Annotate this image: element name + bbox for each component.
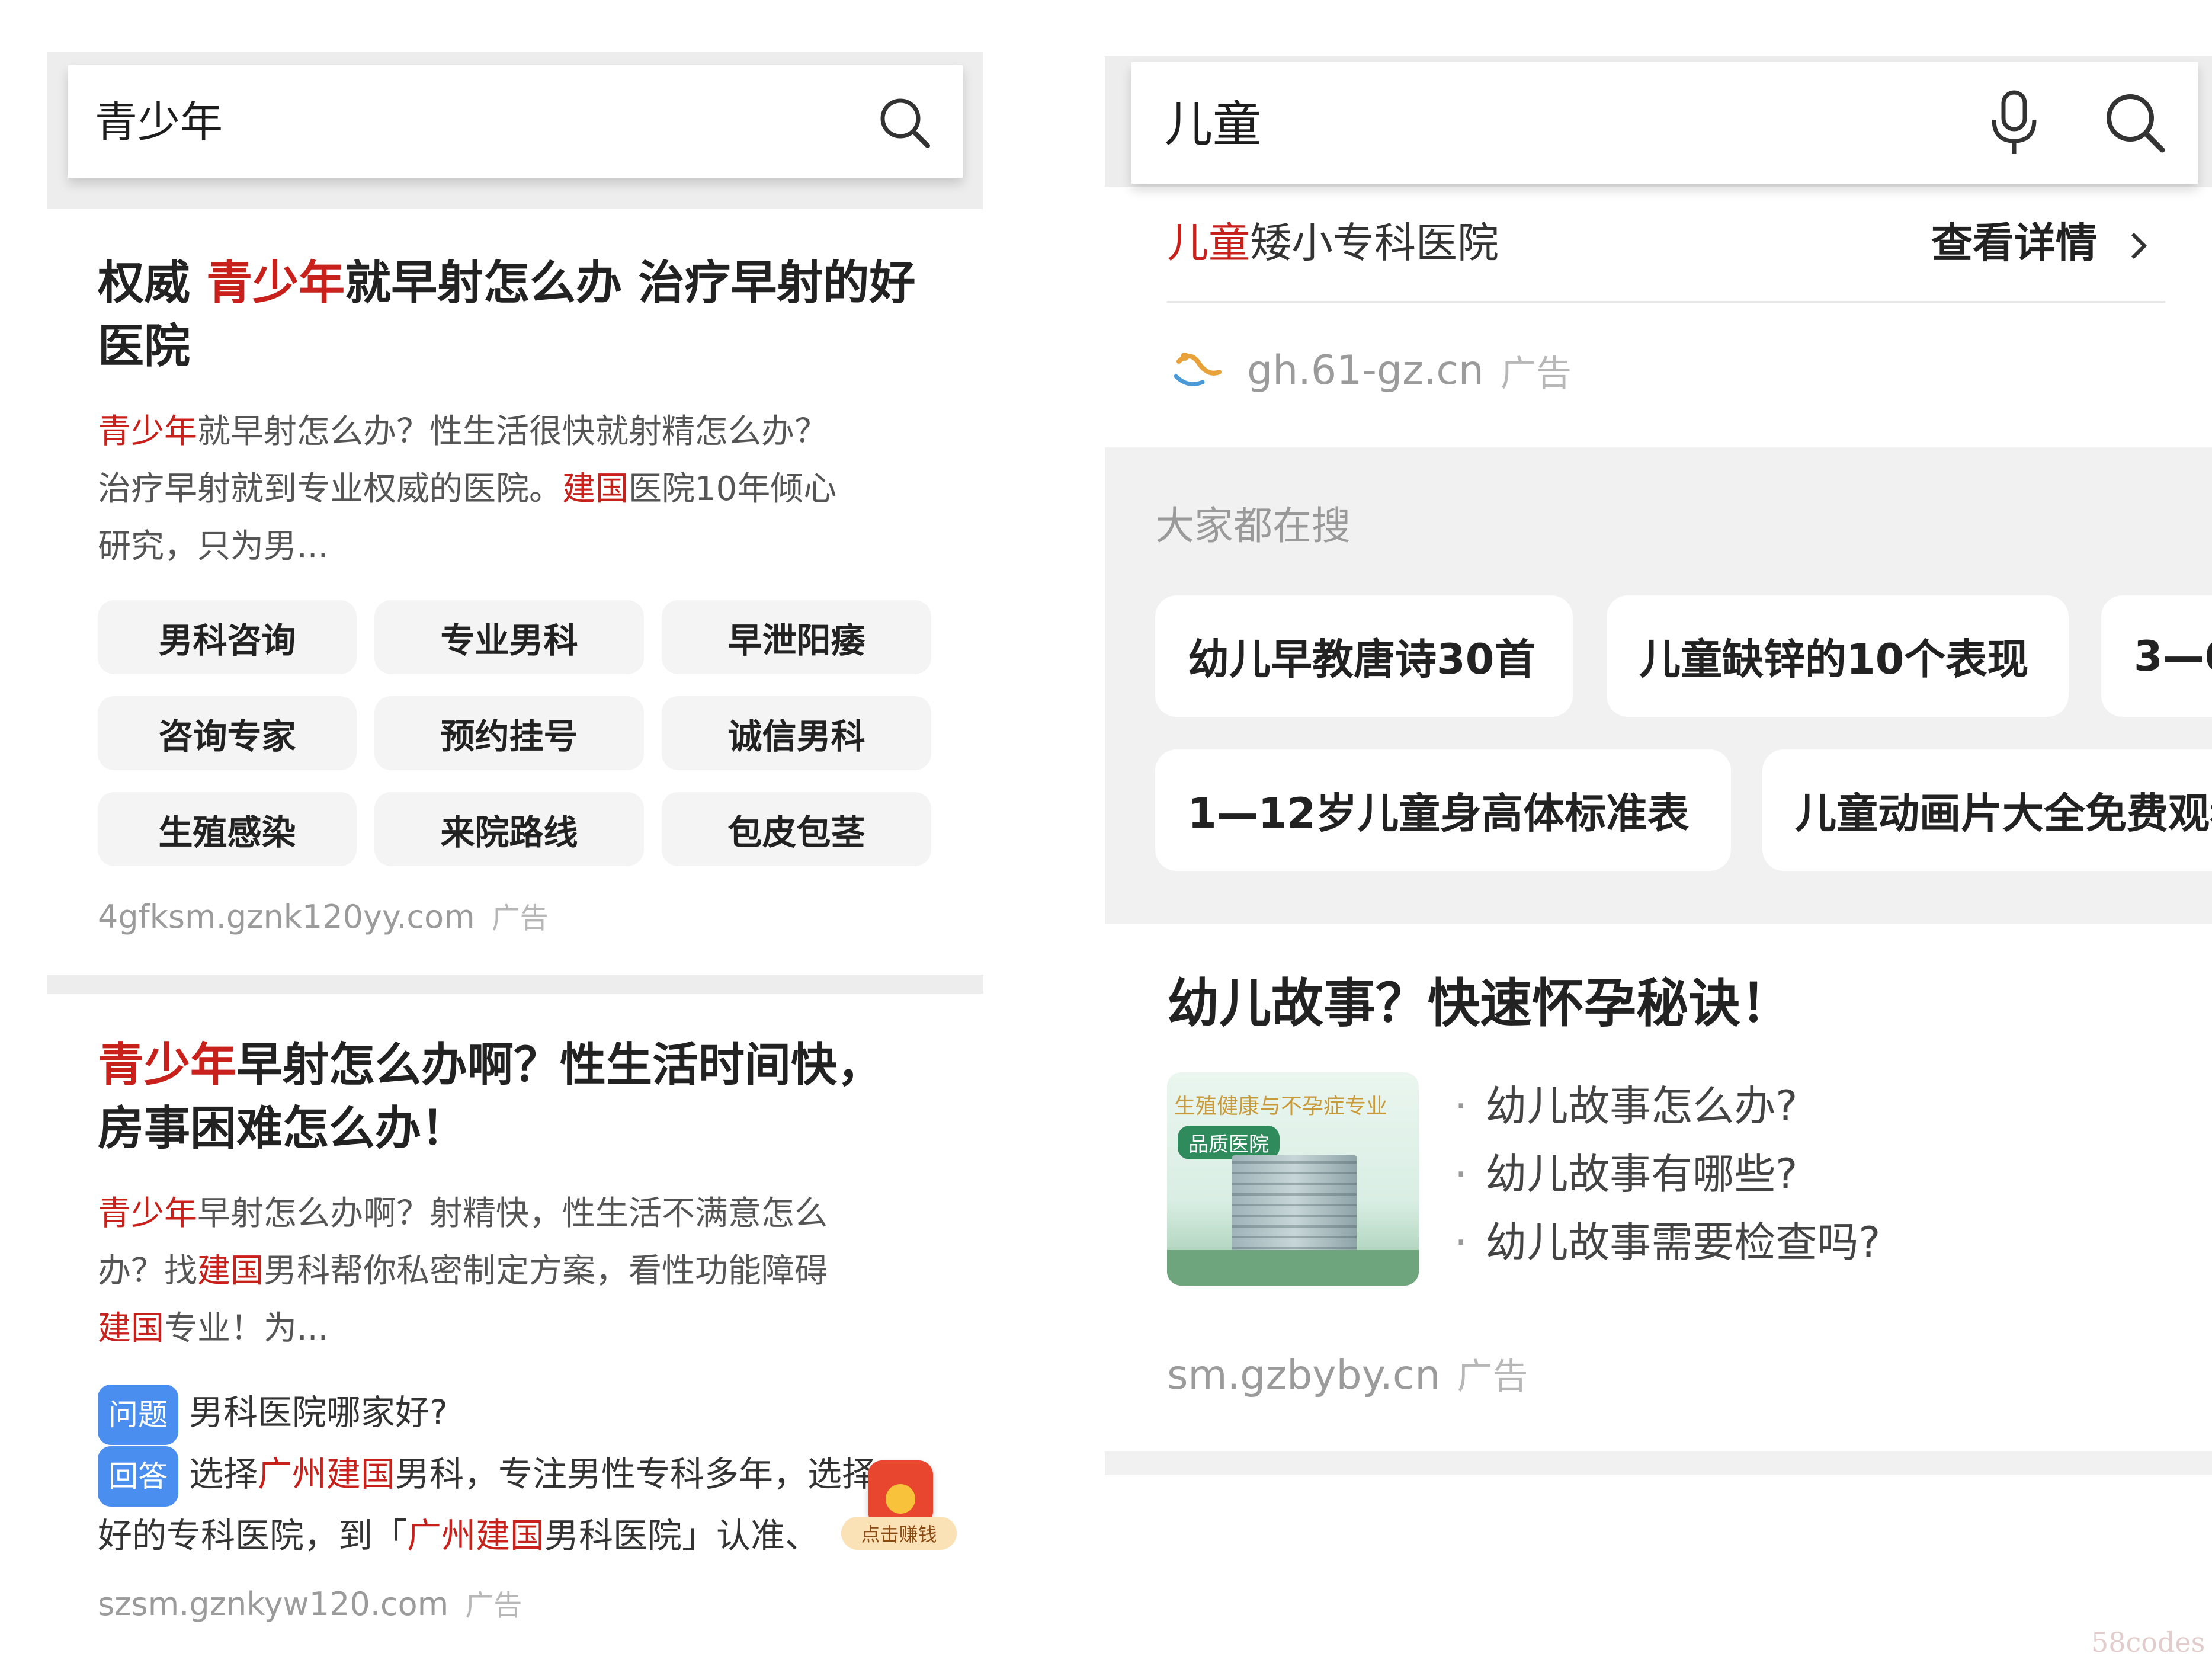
left-ad2-source[interactable]: szsm.gznkyw120.com 广告 <box>98 1582 522 1623</box>
left-ad2-qa: 问题 男科医院哪家好? 回答 选择广州建国男科，专注男性专科多年，选择 好的专科医院… <box>98 1383 951 1561</box>
microphone-icon[interactable] <box>1985 89 2044 160</box>
right-ad1-source[interactable]: gh.61-gz.cn 广告 <box>1167 344 1572 397</box>
question-badge: 问题 <box>98 1384 178 1445</box>
tag-4[interactable]: 预约挂号 <box>374 696 644 770</box>
right-ad2-title[interactable]: 幼儿故事？快速怀孕秘诀！ <box>1167 978 1793 1030</box>
left-ad1-description: 青少年就早射怎么办？性生活很快就射精怎么办？ 治疗早射就到专业权威的医院。建国医… <box>98 403 951 575</box>
brand-logo-icon <box>1174 353 1222 386</box>
view-details-label: 查看详情 <box>1931 219 2097 267</box>
left-search-input[interactable]: 青少年 <box>95 101 223 143</box>
right-search-input[interactable]: 儿童 <box>1164 101 1261 149</box>
right-ad2-bullets: · 幼儿故事怎么办? · 幼儿故事有哪些? · 幼儿故事需要检查吗? <box>1454 1072 1880 1277</box>
desc-line1: 就早射怎么办？性生活很快就射精怎么办？ <box>197 412 828 451</box>
watermark: 58codes <box>2091 1626 2205 1658</box>
desc-highlight3: 建国 <box>98 1309 164 1348</box>
answer-text-2b: 男科医院」认准、 <box>544 1515 820 1556</box>
answer-text-2a: 好的专科医院，到「 <box>98 1515 408 1556</box>
earn-money-label: 点击赚钱 <box>841 1517 957 1550</box>
ad-label: 广告 <box>491 902 549 935</box>
bullet-item[interactable]: · 幼儿故事怎么办? <box>1454 1072 1880 1140</box>
desc-highlight: 青少年 <box>98 1194 197 1233</box>
title-line2: 医院 <box>98 320 191 373</box>
tag-8[interactable]: 包皮包茎 <box>662 792 931 866</box>
bullet-text: 幼儿故事怎么办? <box>1485 1082 1798 1130</box>
desc-highlight2: 建国 <box>562 470 629 508</box>
search-icon[interactable] <box>877 95 934 152</box>
trending-pill[interactable]: 1—12岁儿童身高体标准表 <box>1155 749 1731 871</box>
trending-pill[interactable]: 儿童动画片大全免费观看 <box>1762 749 2212 871</box>
domain: szsm.gznkyw120.com <box>98 1585 449 1623</box>
title-rest: 矮小专科医院 <box>1250 219 1499 267</box>
bullet-text: 幼儿故事需要检查吗? <box>1485 1218 1881 1267</box>
red-envelope-icon <box>868 1460 933 1526</box>
domain: 4gfksm.gznk120yy.com <box>98 898 475 935</box>
left-search-box[interactable]: 青少年 <box>68 65 963 178</box>
answer-text-b: 男科，专注男性专科多年，选择 <box>395 1453 877 1494</box>
desc-line2a: 治疗早射就到专业权威的医院。 <box>98 470 562 508</box>
left-ad1-title[interactable]: 权威 青少年就早射怎么办 治疗早射的好 医院 <box>98 252 951 379</box>
domain: sm.gzbyby.cn <box>1167 1352 1441 1399</box>
domain: gh.61-gz.cn <box>1247 347 1484 394</box>
left-divider <box>47 975 983 994</box>
question-text: 男科医院哪家好? <box>189 1392 448 1433</box>
right-divider <box>1105 1451 2212 1475</box>
tag-0[interactable]: 男科咨询 <box>98 600 357 674</box>
ad-label: 广告 <box>1500 353 1572 395</box>
left-ad2-description: 青少年早射怎么办啊？射精快，性生活不满意怎么 办？找建国男科帮你私密制定方案，看… <box>98 1185 951 1357</box>
answer-badge: 回答 <box>98 1446 178 1507</box>
answer-row: 回答 选择广州建国男科，专注男性专科多年，选择 <box>98 1445 951 1507</box>
title-highlight: 青少年 <box>206 257 345 310</box>
answer-row-2: 好的专科医院，到「广州建国男科医院」认准、 <box>98 1507 951 1561</box>
image-badge: 品质医院 <box>1178 1126 1280 1159</box>
right-ad2-source[interactable]: sm.gzbyby.cn 广告 <box>1167 1348 1528 1399</box>
question-row: 问题 男科医院哪家好? <box>98 1383 951 1445</box>
answer-highlight: 广州建国 <box>258 1453 396 1494</box>
trending-pill[interactable]: 儿童缺锌的10个表现 <box>1607 595 2069 717</box>
view-details-link[interactable]: 查看详情 <box>1931 222 2153 264</box>
desc-line3: 研究，只为男... <box>98 527 329 566</box>
tag-7[interactable]: 来院路线 <box>374 792 644 866</box>
title-highlight: 儿童 <box>1167 219 1250 267</box>
image-banner-text: 生殖健康与不孕症专业 <box>1174 1094 1388 1119</box>
answer-text: 选择 <box>189 1453 258 1494</box>
tag-3[interactable]: 咨询专家 <box>98 696 357 770</box>
answer-highlight-2: 广州建国 <box>407 1515 545 1556</box>
tag-5[interactable]: 诚信男科 <box>662 696 931 770</box>
chevron-right-icon <box>2131 232 2147 259</box>
trending-heading: 大家都在搜 <box>1155 503 1351 549</box>
tag-1[interactable]: 专业男科 <box>374 600 644 674</box>
desc-highlight: 青少年 <box>98 412 197 451</box>
desc-line1: 早射怎么办啊？射精快，性生活不满意怎么 <box>197 1194 828 1233</box>
bullet-item[interactable]: · 幼儿故事需要检查吗? <box>1454 1209 1880 1277</box>
tag-6[interactable]: 生殖感染 <box>98 792 357 866</box>
trending-pill[interactable]: 幼儿早教唐诗30首 <box>1155 595 1573 717</box>
search-icon[interactable] <box>2103 91 2168 156</box>
hospital-image[interactable]: 生殖健康与不孕症专业 品质医院 <box>1167 1072 1419 1286</box>
title-prefix: 权威 <box>98 257 207 310</box>
tag-2[interactable]: 早泄阳痿 <box>662 600 931 674</box>
desc-line2b: 男科帮你私密制定方案，看性功能障碍 <box>264 1252 828 1290</box>
title-rest: 就早射怎么办 治疗早射的好 <box>345 257 916 310</box>
title-line2: 房事困难怎么办！ <box>98 1102 468 1155</box>
trending-pill[interactable]: 3—6 <box>2101 595 2212 717</box>
desc-line2a: 办？找 <box>98 1252 197 1290</box>
desc-line2b: 医院10年倾心 <box>629 470 837 508</box>
desc-line3: 专业！为... <box>164 1309 329 1348</box>
ad-label: 广告 <box>465 1589 522 1622</box>
left-ad1-source[interactable]: 4gfksm.gznk120yy.com 广告 <box>98 895 549 936</box>
right-ad1-divider <box>1167 301 2165 303</box>
right-search-box[interactable]: 儿童 <box>1131 62 2198 184</box>
bullet-item[interactable]: · 幼儿故事有哪些? <box>1454 1140 1880 1209</box>
ad-label: 广告 <box>1457 1356 1528 1398</box>
right-ad1-title[interactable]: 儿童矮小专科医院 <box>1167 222 1499 264</box>
bullet-text: 幼儿故事有哪些? <box>1485 1150 1798 1199</box>
desc-highlight2: 建国 <box>197 1252 264 1290</box>
title-rest: 早射怎么办啊？性生活时间快， <box>236 1039 884 1092</box>
left-ad2-title[interactable]: 青少年早射怎么办啊？性生活时间快， 房事困难怎么办！ <box>98 1034 951 1161</box>
earn-money-float-button[interactable]: 点击赚钱 <box>841 1460 957 1561</box>
title-highlight: 青少年 <box>98 1039 237 1092</box>
